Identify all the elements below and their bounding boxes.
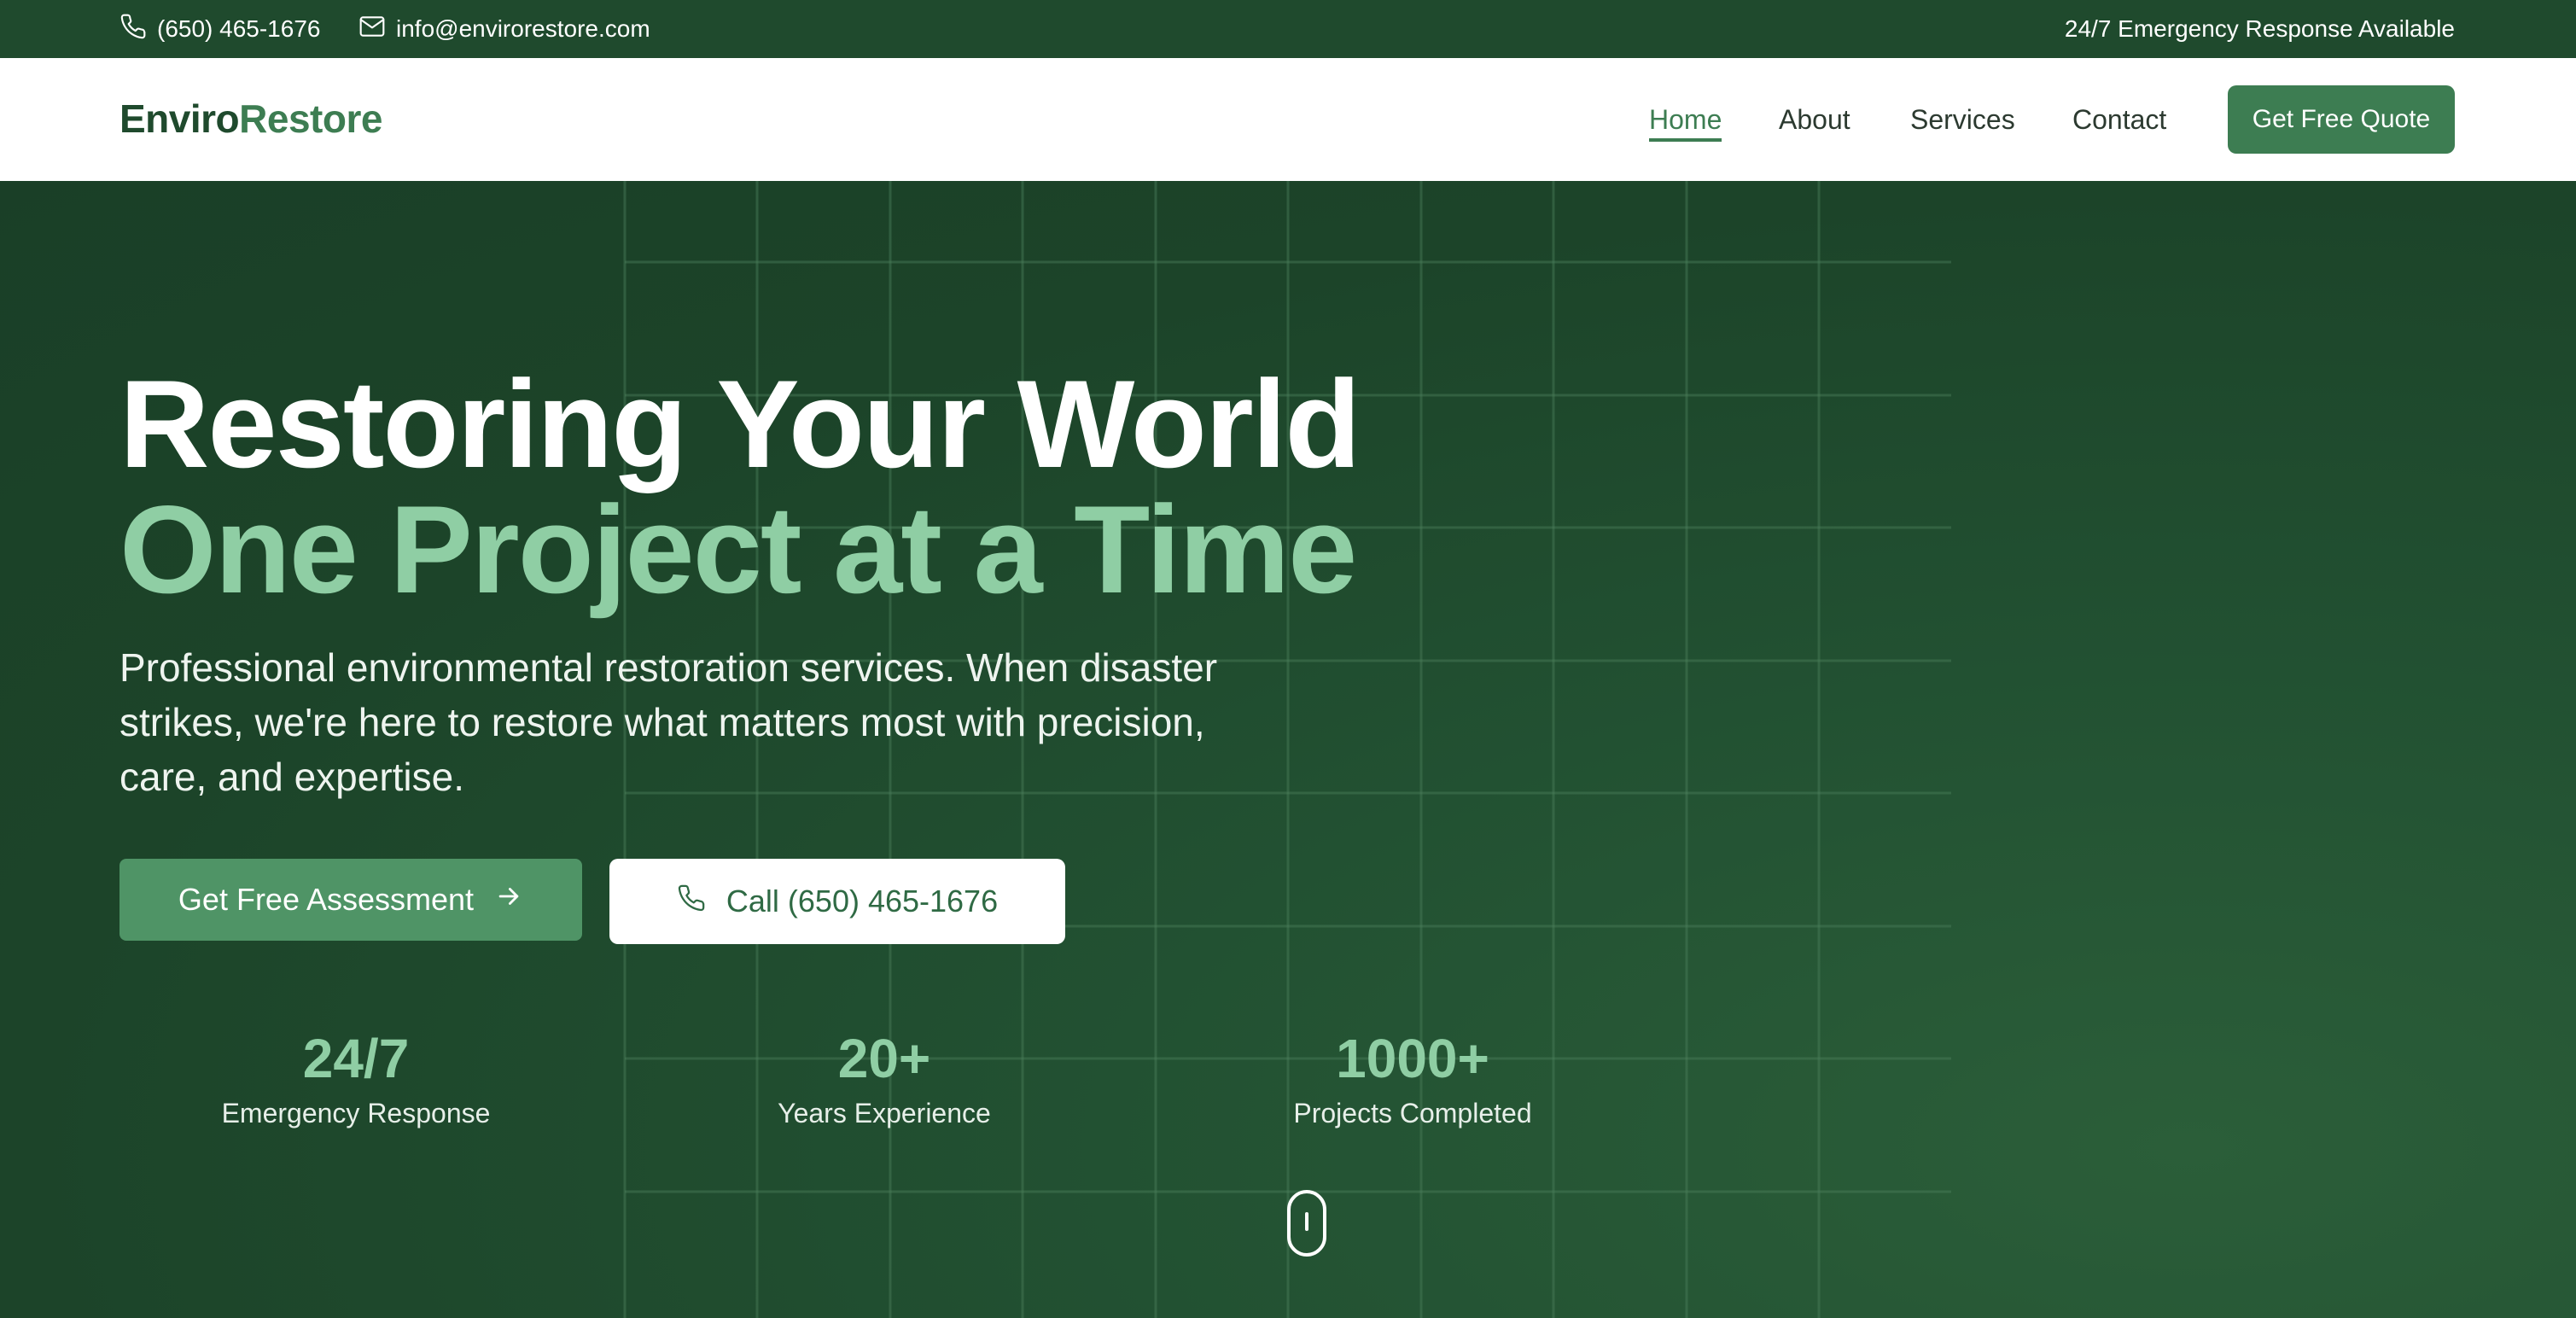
hero-section: Restoring Your World One Project at a Ti…: [0, 181, 2576, 1318]
hero-title-line2: One Project at a Time: [119, 480, 1357, 619]
mail-icon: [358, 13, 386, 46]
phone-icon: [677, 884, 706, 920]
get-free-assessment-label: Get Free Assessment: [178, 882, 475, 917]
phone-icon: [119, 13, 147, 46]
nav-link-about[interactable]: About: [1779, 101, 1850, 138]
get-free-assessment-button[interactable]: Get Free Assessment: [119, 859, 582, 941]
stat-years-experience: 20+ Years Experience: [671, 1026, 1098, 1132]
mouse-scroll-icon[interactable]: [1287, 1190, 1326, 1257]
nav-link-contact[interactable]: Contact: [2072, 101, 2166, 138]
stat-value: 1000+: [1336, 1028, 1489, 1089]
brand-logo[interactable]: EnviroRestore: [119, 96, 382, 142]
topbar-phone[interactable]: (650) 465-1676: [119, 0, 320, 58]
emergency-notice-text: 24/7 Emergency Response Available: [2064, 15, 2455, 42]
topbar-email-text: info@envirorestore.com: [396, 15, 650, 42]
emergency-notice: 24/7 Emergency Response Available: [2065, 0, 2455, 58]
logo-part-restore: Restore: [239, 96, 382, 141]
stat-label: Years Experience: [778, 1098, 991, 1128]
stat-projects-completed: 1000+ Projects Completed: [1199, 1026, 1626, 1132]
stat-label: Emergency Response: [221, 1098, 491, 1128]
stat-label: Projects Completed: [1293, 1098, 1532, 1128]
stat-emergency-response: 24/7 Emergency Response: [143, 1026, 569, 1132]
main-navbar: EnviroRestore Home About Services Contac…: [0, 58, 2576, 181]
call-button-label: Call (650) 465-1676: [726, 884, 999, 919]
get-free-quote-button[interactable]: Get Free Quote: [2228, 85, 2455, 154]
nav-link-services[interactable]: Services: [1910, 101, 2015, 138]
nav-link-home[interactable]: Home: [1649, 101, 1722, 142]
stat-value: 24/7: [302, 1028, 410, 1089]
hero-title-line1: Restoring Your World: [119, 354, 1361, 493]
scroll-wheel: [1305, 1212, 1308, 1231]
arrow-right-icon: [494, 882, 523, 919]
call-button[interactable]: Call (650) 465-1676: [609, 859, 1065, 944]
topbar-email[interactable]: info@envirorestore.com: [358, 0, 650, 58]
topbar-phone-text: (650) 465-1676: [157, 15, 321, 42]
stat-value: 20+: [837, 1028, 931, 1089]
top-info-bar: (650) 465-1676 info@envirorestore.com 24…: [0, 0, 2576, 58]
logo-part-enviro: Enviro: [119, 96, 240, 141]
hero-description: Professional environmental restoration s…: [119, 645, 1218, 799]
